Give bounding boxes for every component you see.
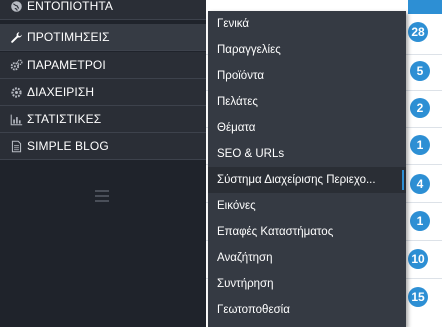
count-badge: 1: [410, 135, 430, 155]
globe-icon: [8, 0, 24, 14]
sidebar-item-localization[interactable]: ΕΝΤΟΠΙΟΤΗΤΑ: [0, 0, 206, 20]
sidebar-item-label: SIMPLE BLOG: [27, 139, 109, 153]
count-badge: 15: [408, 287, 428, 307]
preferences-submenu: Γενικά Παραγγελίες Προϊόντα Πελάτες Θέμα…: [208, 11, 406, 327]
sidebar: ΕΝΤΟΠΙΟΤΗΤΑ ΠΡΟΤΙΜΗΣΕΙΣ ΠΑΡΑΜΕΤΡΟΙ ΔΙΑΧΕ…: [0, 0, 206, 327]
submenu-item-store-contacts[interactable]: Επαφές Καταστήματος: [208, 219, 406, 245]
sidebar-item-parameters[interactable]: ΠΑΡΑΜΕΤΡΟΙ: [0, 52, 206, 79]
sidebar-item-preferences[interactable]: ΠΡΟΤΙΜΗΣΕΙΣ: [0, 24, 206, 51]
submenu-item-geolocation[interactable]: Γεωτοποθεσία: [208, 297, 406, 323]
submenu-item-cms[interactable]: Σύστημα Διαχείρισης Περιεχο...: [208, 167, 406, 193]
sidebar-item-statistics[interactable]: ΣΤΑΤΙΣΤΙΚΕΣ: [0, 106, 206, 133]
gears-icon: [8, 57, 24, 73]
count-badge: 1: [410, 211, 430, 231]
cog-icon: [8, 84, 24, 100]
sidebar-item-simple-blog[interactable]: SIMPLE BLOG: [0, 133, 206, 160]
submenu-item-images[interactable]: Εικόνες: [208, 193, 406, 219]
submenu-item-orders[interactable]: Παραγγελίες: [208, 37, 406, 63]
count-badge: 4: [410, 174, 430, 194]
sidebar-item-label: ΠΡΟΤΙΜΗΣΕΙΣ: [27, 30, 110, 44]
document-icon: [8, 138, 24, 154]
count-badge: 10: [408, 249, 428, 269]
count-badge: 2: [410, 98, 430, 118]
sidebar-item-administration[interactable]: ΔΙΑΧΕΙΡΙΣΗ: [0, 79, 206, 106]
sidebar-item-label: ΕΝΤΟΠΙΟΤΗΤΑ: [27, 0, 113, 13]
submenu-item-themes[interactable]: Θέματα: [208, 115, 406, 141]
sidebar-item-label: ΔΙΑΧΕΙΡΙΣΗ: [27, 85, 95, 99]
submenu-item-search[interactable]: Αναζήτηση: [208, 245, 406, 271]
count-badge: 28: [408, 22, 428, 42]
count-badge: 5: [410, 61, 430, 81]
submenu-item-products[interactable]: Προϊόντα: [208, 63, 406, 89]
wrench-icon: [8, 29, 24, 45]
submenu-item-seo-urls[interactable]: SEO & URLs: [208, 141, 406, 167]
bar-chart-icon: [8, 111, 24, 127]
sidebar-item-label: ΠΑΡΑΜΕΤΡΟΙ: [27, 58, 106, 72]
sidebar-item-label: ΣΤΑΤΙΣΤΙΚΕΣ: [27, 112, 102, 126]
submenu-item-general[interactable]: Γενικά: [208, 11, 406, 37]
submenu-item-customers[interactable]: Πελάτες: [208, 89, 406, 115]
submenu-item-maintenance[interactable]: Συντήρηση: [208, 271, 406, 297]
header-band: [408, 0, 442, 14]
menu-collapse-icon[interactable]: [95, 190, 109, 202]
